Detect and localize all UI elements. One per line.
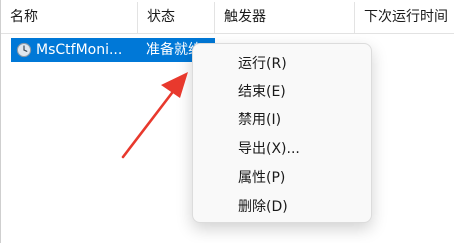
menu-item-label: 导出(X)...	[238, 141, 300, 157]
task-status: 准备就绪	[146, 42, 198, 58]
menu-item-export[interactable]: 导出(X)...	[197, 135, 367, 163]
column-header-row: 名称 状态 触发器 下次运行时间	[1, 0, 454, 34]
menu-item-properties[interactable]: 属性(P)	[197, 164, 367, 192]
menu-item-delete[interactable]: 删除(D)	[197, 193, 367, 221]
menu-item-end[interactable]: 结束(E)	[197, 78, 367, 106]
menu-item-label: 结束(E)	[238, 84, 286, 100]
menu-item-label: 禁用(I)	[238, 112, 282, 128]
clock-icon	[16, 42, 32, 58]
menu-item-label: 运行(R)	[238, 56, 287, 72]
column-header-status[interactable]: 状态	[138, 0, 214, 34]
menu-item-label: 属性(P)	[238, 170, 286, 186]
task-name: MsCtfMoni...	[36, 42, 123, 58]
menu-item-label: 删除(D)	[238, 199, 288, 215]
column-header-next-run-time[interactable]: 下次运行时间	[355, 0, 454, 34]
column-header-name[interactable]: 名称	[1, 0, 137, 34]
column-header-trigger[interactable]: 触发器	[215, 0, 354, 34]
context-menu: 运行(R) 结束(E) 禁用(I) 导出(X)... 属性(P) 删除(D)	[192, 43, 372, 223]
menu-item-run[interactable]: 运行(R)	[197, 50, 367, 78]
menu-item-disable[interactable]: 禁用(I)	[197, 106, 367, 134]
